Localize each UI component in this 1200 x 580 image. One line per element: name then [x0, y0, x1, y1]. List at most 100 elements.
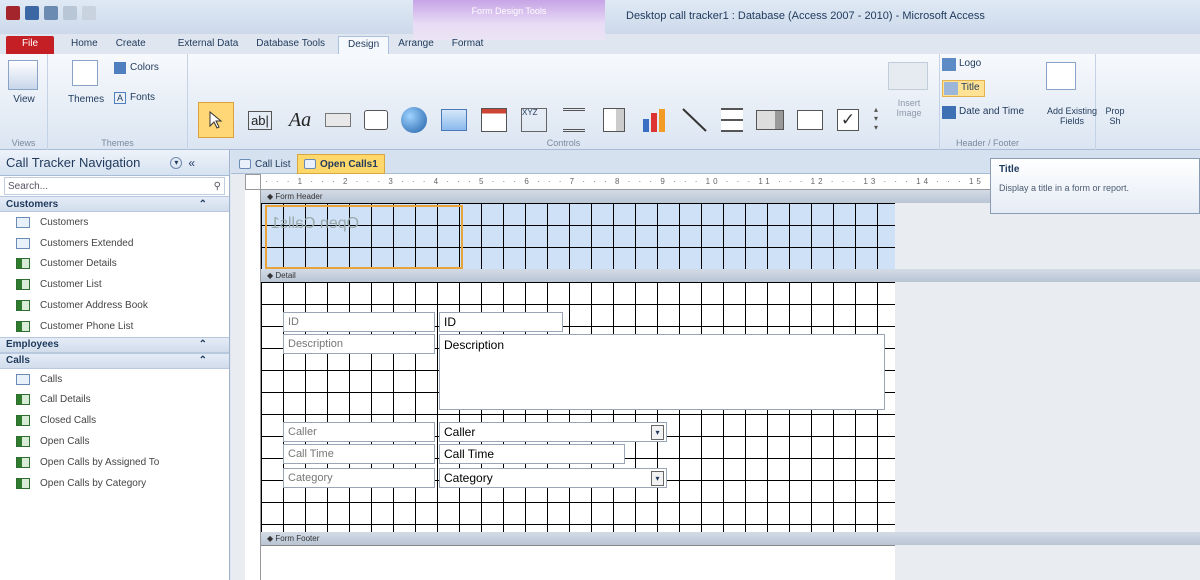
web-browser-control-icon[interactable] — [438, 104, 470, 136]
form-design-canvas: · · · 1 · · · 2 · · · 3 · · · 4 · · · 5 … — [231, 174, 1200, 580]
fonts-button[interactable]: A Fonts — [114, 92, 155, 104]
redo-icon[interactable] — [63, 6, 77, 20]
section-bar-form-footer[interactable]: ◆ Form Footer — [261, 532, 1200, 545]
controls-more-icon[interactable]: ▴ ▾ ▾ — [868, 96, 884, 140]
tab-file[interactable]: File — [6, 36, 54, 54]
access-app-icon[interactable] — [6, 6, 20, 20]
logo-button[interactable]: Logo — [942, 58, 981, 71]
tab-database-tools[interactable]: Database Tools — [247, 36, 334, 54]
nav-item[interactable]: Open Calls — [0, 431, 229, 452]
ribbon-tabs: File Home Create External Data Database … — [0, 34, 1200, 54]
themes-icon[interactable] — [72, 60, 98, 86]
check-box-icon[interactable]: ✓ — [832, 104, 864, 136]
page-break-icon[interactable] — [558, 104, 590, 136]
textbox-control-icon[interactable]: ab| — [244, 104, 276, 136]
category-combobox[interactable]: Category — [439, 468, 667, 488]
doc-tab-open-calls1[interactable]: Open Calls1 — [297, 154, 385, 174]
date-time-button[interactable]: Date and Time — [942, 106, 1024, 119]
detail-section[interactable]: ID ID Description Description Caller Cal… — [261, 282, 895, 532]
hyperlink-icon[interactable] — [398, 104, 430, 136]
nav-item[interactable]: Open Calls by Category — [0, 473, 229, 494]
call-time-textbox[interactable]: Call Time — [439, 444, 625, 464]
insert-image-button[interactable]: Insert Image — [888, 98, 930, 118]
description-label[interactable]: Description — [283, 334, 435, 354]
tab-external-data[interactable]: External Data — [169, 36, 248, 54]
customize-qat-icon[interactable] — [82, 6, 96, 20]
save-icon[interactable] — [25, 6, 39, 20]
tab-create[interactable]: Create — [107, 36, 155, 54]
add-existing-fields-button[interactable]: Add Existing Fields — [1042, 106, 1102, 126]
form-footer-section[interactable] — [261, 545, 895, 580]
view-button[interactable]: View — [8, 94, 40, 105]
nav-search-box[interactable]: Search... ⚲ — [4, 177, 225, 195]
nav-item[interactable]: Customers — [0, 212, 229, 233]
nav-item[interactable]: Customers Extended — [0, 233, 229, 254]
navigation-control-icon[interactable] — [478, 104, 510, 136]
combo-box-icon[interactable] — [598, 104, 630, 136]
tab-home[interactable]: Home — [62, 36, 107, 54]
window-title: Desktop call tracker1 : Database (Access… — [626, 10, 985, 22]
form-title-control[interactable]: Open Calls1 — [265, 205, 463, 269]
nav-item[interactable]: Customer Details — [0, 254, 229, 275]
category-label[interactable]: Category — [283, 468, 435, 488]
view-icon[interactable] — [8, 60, 38, 90]
form-selector[interactable] — [245, 174, 261, 190]
section-bar-detail[interactable]: ◆ Detail — [261, 269, 1200, 282]
nav-group-header[interactable]: Calls ⌃ — [0, 352, 229, 369]
collapse-chevron-icon[interactable]: ⌃ — [199, 199, 207, 210]
id-textbox[interactable]: ID — [439, 312, 563, 332]
tab-format[interactable]: Format — [443, 36, 493, 54]
collapse-chevron-icon[interactable]: ⌃ — [199, 339, 207, 350]
select-pointer-icon[interactable] — [198, 102, 234, 138]
ribbon: View Views Themes Colors A Fonts Themes a… — [0, 54, 1200, 150]
nav-group-header[interactable]: Employees ⌃ — [0, 336, 229, 353]
nav-item[interactable]: Customer List — [0, 274, 229, 295]
chart-icon[interactable] — [638, 104, 670, 136]
option-group-icon[interactable]: XYZ — [518, 104, 550, 136]
description-textbox[interactable]: Description — [439, 334, 885, 410]
form-title-text: Open Calls1 — [271, 215, 360, 232]
tab-control-icon[interactable] — [360, 104, 392, 136]
doc-tab-call-list[interactable]: Call List — [233, 154, 297, 174]
query-icon — [16, 237, 30, 249]
search-icon[interactable]: ⚲ — [214, 181, 221, 192]
button-control-icon[interactable] — [322, 104, 354, 136]
nav-item-label: Open Calls — [40, 436, 90, 448]
call-time-label[interactable]: Call Time — [283, 444, 435, 464]
nav-item[interactable]: Call Details — [0, 390, 229, 411]
rectangle-icon[interactable] — [794, 104, 826, 136]
tab-design[interactable]: Design — [338, 36, 390, 54]
shutter-bar-close-icon[interactable]: « — [188, 156, 195, 170]
themes-button[interactable]: Themes — [68, 94, 104, 105]
nav-item[interactable]: Customer Phone List — [0, 316, 229, 337]
caller-label[interactable]: Caller — [283, 422, 435, 442]
nav-group-header[interactable]: Customers ⌃ — [0, 196, 229, 212]
form-icon — [16, 258, 30, 270]
nav-menu-icon[interactable]: ▾ — [170, 156, 183, 169]
list-box-icon[interactable] — [754, 104, 786, 136]
form-icon — [16, 300, 30, 312]
undo-icon[interactable] — [44, 6, 58, 20]
form-icon — [16, 477, 30, 489]
nav-item[interactable]: Open Calls by Assigned To — [0, 452, 229, 473]
tab-arrange[interactable]: Arrange — [389, 36, 443, 54]
collapse-chevron-icon[interactable]: ⌃ — [199, 355, 207, 366]
category-dropdown-icon[interactable]: ▾ — [651, 471, 664, 486]
nav-title[interactable]: Call Tracker Navigation — [6, 155, 140, 170]
toggle-button-icon[interactable] — [716, 104, 748, 136]
label-control-icon[interactable]: Aa — [284, 104, 316, 136]
colors-button[interactable]: Colors — [114, 62, 159, 74]
nav-item[interactable]: Customer Address Book — [0, 295, 229, 316]
add-existing-fields-icon[interactable] — [1046, 62, 1076, 90]
insert-image-icon[interactable] — [888, 62, 928, 90]
id-label[interactable]: ID — [283, 312, 435, 332]
caller-combobox[interactable]: Caller — [439, 422, 667, 442]
property-sheet-button[interactable]: Prop Sh — [1100, 106, 1130, 126]
form-header-section[interactable]: Open Calls1 — [261, 203, 895, 269]
caller-dropdown-icon[interactable]: ▾ — [651, 425, 664, 440]
title-button[interactable]: Title — [942, 80, 985, 97]
line-icon[interactable] — [678, 104, 710, 136]
nav-item[interactable]: Closed Calls — [0, 410, 229, 431]
nav-search-input[interactable]: Search... — [8, 181, 48, 192]
nav-item[interactable]: Calls — [0, 369, 229, 390]
